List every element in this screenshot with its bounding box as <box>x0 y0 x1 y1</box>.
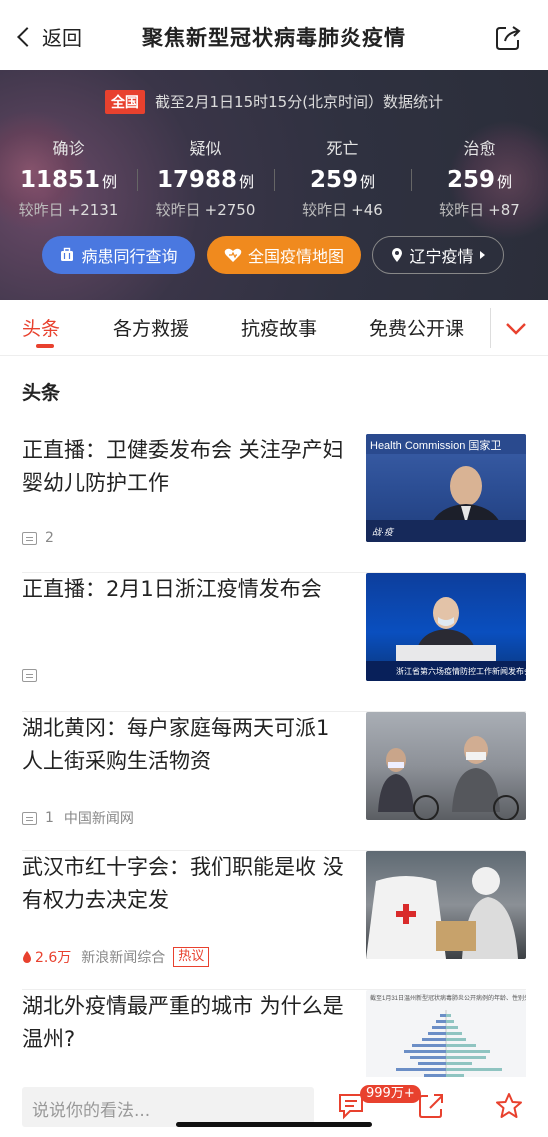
stats-timestamp: 截至2月1日15时15分(北京时间）数据统计 <box>154 93 444 111</box>
stats-row: 确诊 11851 例 较昨日 +2131 疑似 17988 例 较昨日 +2750 死亡… <box>0 135 548 220</box>
news-item[interactable]: 正直播：卫健委发布会 关注孕产妇婴幼儿防护工作 2 Health Commiss… <box>0 434 548 573</box>
cyclists-photo <box>378 736 519 820</box>
location-pin-icon <box>392 248 403 262</box>
svg-text:Health Commission 国家卫: Health Commission 国家卫 <box>370 438 501 452</box>
stat-delta: 较昨日 +2131 <box>18 201 119 219</box>
share-icon[interactable] <box>416 1091 446 1121</box>
svg-text:截至1月31日温州新型冠状病毒肺炎公开病例的年龄、性别分布: 截至1月31日温州新型冠状病毒肺炎公开病例的年龄、性别分布 <box>370 994 526 1002</box>
comment-icon <box>22 531 37 545</box>
stat-label: 治愈 <box>463 139 496 158</box>
patient-query-button[interactable]: 病患同行查询 <box>42 236 195 274</box>
svg-text:战·疫: 战·疫 <box>372 527 395 537</box>
epidemic-stats-banner: 全国 截至2月1日15时15分(北京时间）数据统计 确诊 11851 例 较昨日 +2… <box>0 70 548 300</box>
news-thumbnail[interactable]: Health Commission 国家卫 战·疫 <box>366 434 526 542</box>
news-source: 中国新闻网 <box>63 811 134 827</box>
stat-confirmed: 确诊 11851 例 较昨日 +2131 <box>0 135 137 220</box>
home-indicator <box>176 1122 372 1127</box>
stat-value: 11851 例 <box>19 167 118 193</box>
national-map-label: 全国疫情地图 <box>247 247 344 266</box>
press-conference-image: 浙江省第六场疫情防控工作新闻发布会 <box>366 597 526 681</box>
tab-stories[interactable]: 抗疫故事 <box>241 314 317 341</box>
news-thumbnail[interactable] <box>366 712 526 820</box>
news-headline[interactable]: 湖北外疫情最严重的城市 为什么是温州? <box>22 990 344 1056</box>
flame-icon <box>23 950 31 963</box>
stat-value: 17988 例 <box>156 167 255 193</box>
channel-tabs: 头条 各方救援 抗疫故事 免费公开课 <box>0 300 548 356</box>
stat-cured: 治愈 259 例 较昨日 +87 <box>411 135 548 220</box>
luggage-icon <box>61 247 74 261</box>
stat-delta: 较昨日 +2750 <box>155 201 256 219</box>
tab-headlines[interactable]: 头条 <box>22 314 60 341</box>
heart-shield-icon <box>224 248 242 262</box>
news-headline[interactable]: 武汉市红十字会：我们职能是收 没有权力去决定发 <box>22 851 344 917</box>
comment-icon <box>22 811 37 825</box>
patient-query-label: 病患同行查询 <box>81 247 178 266</box>
news-feed: 头条 正直播：卫健委发布会 关注孕产妇婴幼儿防护工作 2 Health Comm… <box>0 356 548 1137</box>
news-item[interactable]: 武汉市红十字会：我们职能是收 没有权力去决定发 2.6万 新浪新闻综合 热议 <box>0 851 548 990</box>
province-label: 辽宁疫情 <box>409 247 474 266</box>
province-button[interactable]: 辽宁疫情 <box>372 236 504 274</box>
stat-label: 确诊 <box>52 139 85 158</box>
tabs-divider <box>490 308 504 348</box>
news-meta <box>22 669 45 682</box>
comment-icon <box>22 669 37 682</box>
hot-tag: 热议 <box>173 947 210 967</box>
stat-delta: 较昨日 +87 <box>439 201 520 219</box>
stat-label: 死亡 <box>326 139 359 158</box>
comment-input[interactable]: 说说你的看法... <box>22 1087 314 1127</box>
tab-open-course[interactable]: 免费公开课 <box>369 314 464 341</box>
news-item[interactable]: 正直播：2月1日浙江疫情发布会 浙江省第六场疫情防控工作新闻发布会 <box>0 573 548 712</box>
hot-count: 2.6万 <box>22 947 71 967</box>
top-nav-bar: 返回 聚焦新型冠状病毒肺炎疫情 <box>0 0 548 70</box>
action-pills: 病患同行查询 全国疫情地图 辽宁疫情 <box>0 236 548 276</box>
stat-delta: 较昨日 +46 <box>302 201 383 219</box>
page-title: 聚焦新型冠状病毒肺炎疫情 <box>142 26 406 50</box>
comment-count-badge: 999万+ <box>360 1085 421 1103</box>
section-title: 头条 <box>22 382 61 404</box>
news-headline[interactable]: 正直播：2月1日浙江疫情发布会 <box>22 573 344 606</box>
news-meta: 2 <box>22 530 54 546</box>
news-item[interactable]: 湖北黄冈：每户家庭每两天可派1人上街采购生活物资 1 中国新闻网 <box>0 712 548 851</box>
news-headline[interactable]: 湖北黄冈：每户家庭每两天可派1人上街采购生活物资 <box>22 712 344 778</box>
comment-count: 1 <box>45 810 54 826</box>
red-cross-workers-photo <box>366 867 518 959</box>
stat-suspected: 疑似 17988 例 较昨日 +2750 <box>137 135 274 220</box>
svg-text:浙江省第六场疫情防控工作新闻发布会: 浙江省第六场疫情防控工作新闻发布会 <box>396 666 526 676</box>
tab-rescue[interactable]: 各方救援 <box>113 314 189 341</box>
news-thumbnail[interactable]: 浙江省第六场疫情防控工作新闻发布会 <box>366 573 526 681</box>
stats-timestamp-row: 全国 截至2月1日15时15分(北京时间）数据统计 <box>0 90 548 114</box>
press-conference-image: Health Commission 国家卫 战·疫 <box>366 434 526 542</box>
news-headline[interactable]: 正直播：卫健委发布会 关注孕产妇婴幼儿防护工作 <box>22 434 344 500</box>
news-thumbnail[interactable] <box>366 851 526 959</box>
stat-label: 疑似 <box>189 139 222 158</box>
stat-deaths: 死亡 259 例 较昨日 +46 <box>274 135 411 220</box>
chevron-down-icon[interactable] <box>504 318 528 338</box>
news-meta: 1 中国新闻网 <box>22 808 134 828</box>
bottom-action-bar: 说说你的看法... 999万+ <box>0 1077 548 1137</box>
news-source: 新浪新闻综合 <box>81 950 166 966</box>
stat-value: 259 例 <box>446 167 513 193</box>
favorite-star-icon[interactable] <box>494 1091 524 1121</box>
scope-tag: 全国 <box>104 90 145 114</box>
share-icon[interactable] <box>494 24 522 52</box>
news-meta: 2.6万 新浪新闻综合 热议 <box>22 947 210 967</box>
national-map-button[interactable]: 全国疫情地图 <box>207 236 361 274</box>
active-tab-indicator <box>36 344 54 348</box>
comment-count: 2 <box>45 530 54 546</box>
stat-value: 259 例 <box>309 167 376 193</box>
caret-right-icon <box>479 251 485 259</box>
